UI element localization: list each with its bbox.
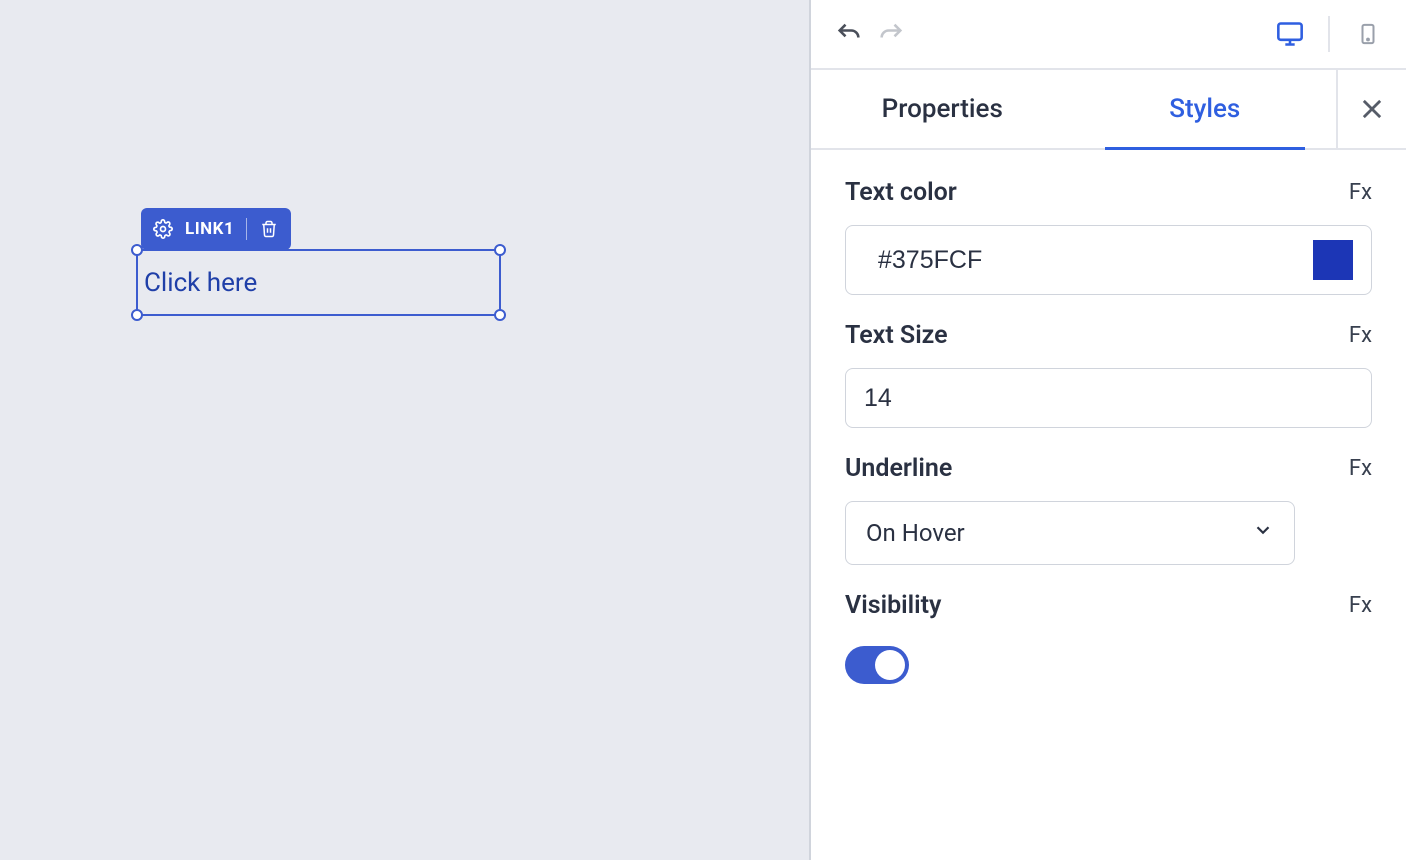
close-panel-button[interactable]: [1336, 70, 1406, 148]
visibility-label: Visibility: [845, 591, 941, 620]
resize-handle-tl[interactable]: [131, 244, 143, 256]
text-color-input[interactable]: [864, 246, 1301, 275]
resize-handle-bl[interactable]: [131, 309, 143, 321]
resize-handle-tr[interactable]: [494, 244, 506, 256]
resize-handle-br[interactable]: [494, 309, 506, 321]
selection-toolbar: LINK1: [141, 208, 291, 250]
toolbar-divider: [246, 218, 247, 240]
visibility-toggle[interactable]: [845, 646, 909, 684]
selected-link-element[interactable]: Click here: [136, 249, 501, 316]
link-text: Click here: [144, 268, 257, 298]
text-color-label: Text color: [845, 178, 957, 207]
undo-button[interactable]: [835, 20, 863, 48]
underline-select[interactable]: On Hover: [845, 501, 1295, 565]
text-size-input-row[interactable]: [845, 368, 1372, 428]
underline-selected-value: On Hover: [866, 519, 965, 547]
text-size-fx[interactable]: Fx: [1349, 323, 1372, 348]
underline-label: Underline: [845, 454, 952, 483]
panel-top-bar: [811, 0, 1406, 70]
text-size-label: Text Size: [845, 321, 948, 350]
text-color-fx[interactable]: Fx: [1349, 180, 1372, 205]
view-separator: [1328, 16, 1330, 52]
canvas-area[interactable]: LINK1 Click here: [0, 0, 811, 860]
chevron-down-icon: [1252, 519, 1274, 547]
tab-styles[interactable]: Styles: [1074, 70, 1337, 148]
text-color-input-row[interactable]: [845, 225, 1372, 295]
redo-button[interactable]: [877, 20, 905, 48]
text-color-group: Text color Fx: [845, 178, 1372, 295]
text-size-input[interactable]: [864, 384, 1353, 413]
visibility-fx[interactable]: Fx: [1349, 593, 1372, 618]
side-panel: Properties Styles Text color Fx: [811, 0, 1406, 860]
mobile-view-button[interactable]: [1354, 20, 1382, 48]
underline-fx[interactable]: Fx: [1349, 456, 1372, 481]
visibility-group: Visibility Fx: [845, 591, 1372, 684]
text-color-swatch[interactable]: [1313, 240, 1353, 280]
gear-icon[interactable]: [153, 219, 173, 239]
tab-properties[interactable]: Properties: [811, 70, 1074, 148]
toggle-knob: [875, 650, 905, 680]
styles-panel-body: Text color Fx Text Size Fx: [811, 150, 1406, 684]
tabs-row: Properties Styles: [811, 70, 1406, 150]
selected-element-name: LINK1: [185, 219, 234, 239]
text-size-group: Text Size Fx: [845, 321, 1372, 428]
trash-icon[interactable]: [259, 219, 279, 239]
underline-group: Underline Fx On Hover: [845, 454, 1372, 565]
desktop-view-button[interactable]: [1276, 20, 1304, 48]
